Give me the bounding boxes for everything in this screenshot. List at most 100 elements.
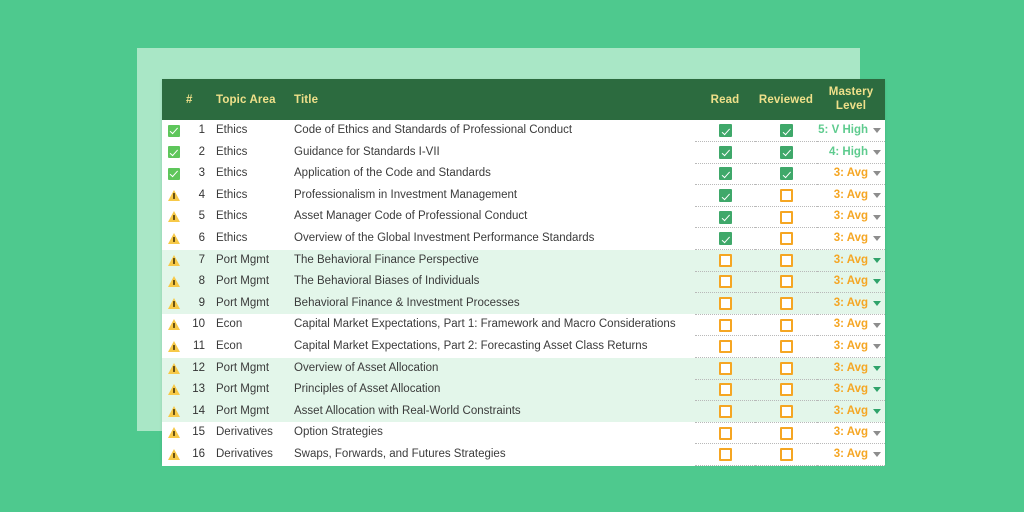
read-checkbox-checked[interactable] <box>718 210 732 224</box>
reviewed-checkbox-unchecked[interactable] <box>779 275 793 289</box>
chevron-down-icon[interactable] <box>873 387 881 393</box>
chevron-down-icon[interactable] <box>873 193 881 199</box>
table-row[interactable]: 3 Ethics Application of the Code and Stand… <box>162 162 885 186</box>
chevron-down-icon[interactable] <box>873 301 881 307</box>
read-checkbox-unchecked[interactable] <box>718 340 732 354</box>
row-mastery-cell[interactable]: 3: Avg <box>817 400 885 423</box>
table-row[interactable]: 16 Derivatives Swaps, Forwards, and Future… <box>162 443 885 466</box>
read-checkbox-checked[interactable] <box>718 189 732 203</box>
read-checkbox-unchecked[interactable] <box>718 383 732 397</box>
reviewed-checkbox-checked[interactable] <box>779 124 793 138</box>
mastery-level-dropdown[interactable]: 5: V High <box>817 124 885 137</box>
table-row[interactable]: 10 Econ Capital Market Expectations, Part … <box>162 313 885 337</box>
mastery-level-dropdown[interactable]: 3: Avg <box>817 211 885 223</box>
mastery-level-dropdown[interactable]: 3: Avg <box>817 362 885 375</box>
mastery-level-dropdown[interactable]: 3: Avg <box>817 297 885 310</box>
reviewed-checkbox-unchecked[interactable] <box>779 426 793 440</box>
chevron-down-icon[interactable] <box>873 365 881 371</box>
reviewed-checkbox-checked[interactable] <box>779 167 793 181</box>
column-header-mastery-level[interactable]: Mastery Level <box>817 79 885 120</box>
column-header-title[interactable]: Title <box>286 79 695 120</box>
table-row[interactable]: 14 Port Mgmt Asset Allocation with Real-Wo… <box>162 400 885 423</box>
mastery-level-dropdown[interactable]: 3: Avg <box>817 319 885 331</box>
read-checkbox-unchecked[interactable] <box>718 448 732 462</box>
reviewed-checkbox-unchecked[interactable] <box>779 232 793 246</box>
read-checkbox-unchecked[interactable] <box>718 275 732 289</box>
mastery-level-dropdown[interactable]: 3: Avg <box>817 427 885 439</box>
row-mastery-cell[interactable]: 4: High <box>817 141 885 164</box>
row-mastery-cell[interactable]: 3: Avg <box>817 162 885 186</box>
row-mastery-cell[interactable]: 5: V High <box>817 120 885 143</box>
row-mastery-cell[interactable]: 3: Avg <box>817 443 885 466</box>
read-checkbox-checked[interactable] <box>718 124 732 138</box>
chevron-down-icon[interactable] <box>873 214 881 220</box>
table-row[interactable]: 6 Ethics Overview of the Global Investment… <box>162 227 885 251</box>
read-checkbox-unchecked[interactable] <box>718 361 732 375</box>
mastery-level-dropdown[interactable]: 4: High <box>817 146 885 159</box>
chevron-down-icon[interactable] <box>873 344 881 350</box>
chevron-down-icon[interactable] <box>873 409 881 415</box>
table-row[interactable]: 2 Ethics Guidance for Standards I-VII 4: Hi… <box>162 141 885 164</box>
table-row[interactable]: 4 Ethics Professionalism in Investment Man… <box>162 184 885 207</box>
mastery-level-dropdown[interactable]: 3: Avg <box>817 233 885 245</box>
reviewed-checkbox-unchecked[interactable] <box>779 318 793 332</box>
reviewed-checkbox-unchecked[interactable] <box>779 189 793 203</box>
row-mastery-cell[interactable]: 3: Avg <box>817 270 885 294</box>
column-header-status[interactable] <box>162 79 184 120</box>
row-mastery-cell[interactable]: 3: Avg <box>817 249 885 272</box>
chevron-down-icon[interactable] <box>873 452 881 458</box>
chevron-down-icon[interactable] <box>873 279 881 285</box>
mastery-level-dropdown[interactable]: 3: Avg <box>817 189 885 202</box>
reviewed-checkbox-unchecked[interactable] <box>779 297 793 311</box>
reviewed-checkbox-unchecked[interactable] <box>779 405 793 418</box>
table-row[interactable]: 1 Ethics Code of Ethics and Standards of P… <box>162 120 885 143</box>
reviewed-checkbox-unchecked[interactable] <box>779 340 793 354</box>
table-row[interactable]: 9 Port Mgmt Behavioral Finance & Investmen… <box>162 292 885 315</box>
chevron-down-icon[interactable] <box>873 322 881 328</box>
column-header-read[interactable]: Read <box>695 79 755 120</box>
reviewed-checkbox-unchecked[interactable] <box>779 448 793 462</box>
reviewed-checkbox-unchecked[interactable] <box>779 383 793 397</box>
read-checkbox-unchecked[interactable] <box>718 297 732 311</box>
row-mastery-cell[interactable]: 3: Avg <box>817 378 885 402</box>
read-checkbox-unchecked[interactable] <box>718 405 732 418</box>
row-mastery-cell[interactable]: 3: Avg <box>817 335 885 359</box>
row-mastery-cell[interactable]: 3: Avg <box>817 313 885 337</box>
column-header-reviewed[interactable]: Reviewed <box>755 79 817 120</box>
chevron-down-icon[interactable] <box>873 257 881 263</box>
row-mastery-cell[interactable]: 3: Avg <box>817 292 885 315</box>
table-row[interactable]: 11 Econ Capital Market Expectations, Part … <box>162 335 885 359</box>
reviewed-checkbox-unchecked[interactable] <box>779 253 793 267</box>
mastery-level-dropdown[interactable]: 3: Avg <box>817 448 885 461</box>
chevron-down-icon[interactable] <box>873 128 881 134</box>
read-checkbox-unchecked[interactable] <box>718 318 732 332</box>
chevron-down-icon[interactable] <box>873 430 881 436</box>
chevron-down-icon[interactable] <box>873 236 881 242</box>
row-mastery-cell[interactable]: 3: Avg <box>817 184 885 207</box>
table-row[interactable]: 13 Port Mgmt Principles of Asset Allocatio… <box>162 378 885 402</box>
mastery-level-dropdown[interactable]: 3: Avg <box>817 340 885 353</box>
table-row[interactable]: 15 Derivatives Option Strategies 3: Avg <box>162 421 885 445</box>
reviewed-checkbox-unchecked[interactable] <box>779 210 793 224</box>
mastery-level-dropdown[interactable]: 3: Avg <box>817 254 885 267</box>
column-header-topic-area[interactable]: Topic Area <box>210 79 286 120</box>
mastery-level-dropdown[interactable]: 3: Avg <box>817 276 885 288</box>
table-row[interactable]: 8 Port Mgmt The Behavioral Biases of Indiv… <box>162 270 885 294</box>
table-row[interactable]: 12 Port Mgmt Overview of Asset Allocation 3… <box>162 357 885 380</box>
table-row[interactable]: 7 Port Mgmt The Behavioral Finance Perspec… <box>162 249 885 272</box>
column-header-number[interactable]: # <box>184 79 210 120</box>
mastery-level-dropdown[interactable]: 3: Avg <box>817 384 885 396</box>
mastery-level-dropdown[interactable]: 3: Avg <box>817 168 885 180</box>
mastery-level-dropdown[interactable]: 3: Avg <box>817 405 885 418</box>
chevron-down-icon[interactable] <box>873 171 881 177</box>
read-checkbox-unchecked[interactable] <box>718 253 732 267</box>
row-mastery-cell[interactable]: 3: Avg <box>817 421 885 445</box>
read-checkbox-checked[interactable] <box>718 145 732 159</box>
read-checkbox-unchecked[interactable] <box>718 426 732 440</box>
chevron-down-icon[interactable] <box>873 149 881 155</box>
read-checkbox-checked[interactable] <box>718 167 732 181</box>
reviewed-checkbox-checked[interactable] <box>779 145 793 159</box>
row-mastery-cell[interactable]: 3: Avg <box>817 205 885 229</box>
reviewed-checkbox-unchecked[interactable] <box>779 361 793 375</box>
table-row[interactable]: 5 Ethics Asset Manager Code of Professiona… <box>162 205 885 229</box>
